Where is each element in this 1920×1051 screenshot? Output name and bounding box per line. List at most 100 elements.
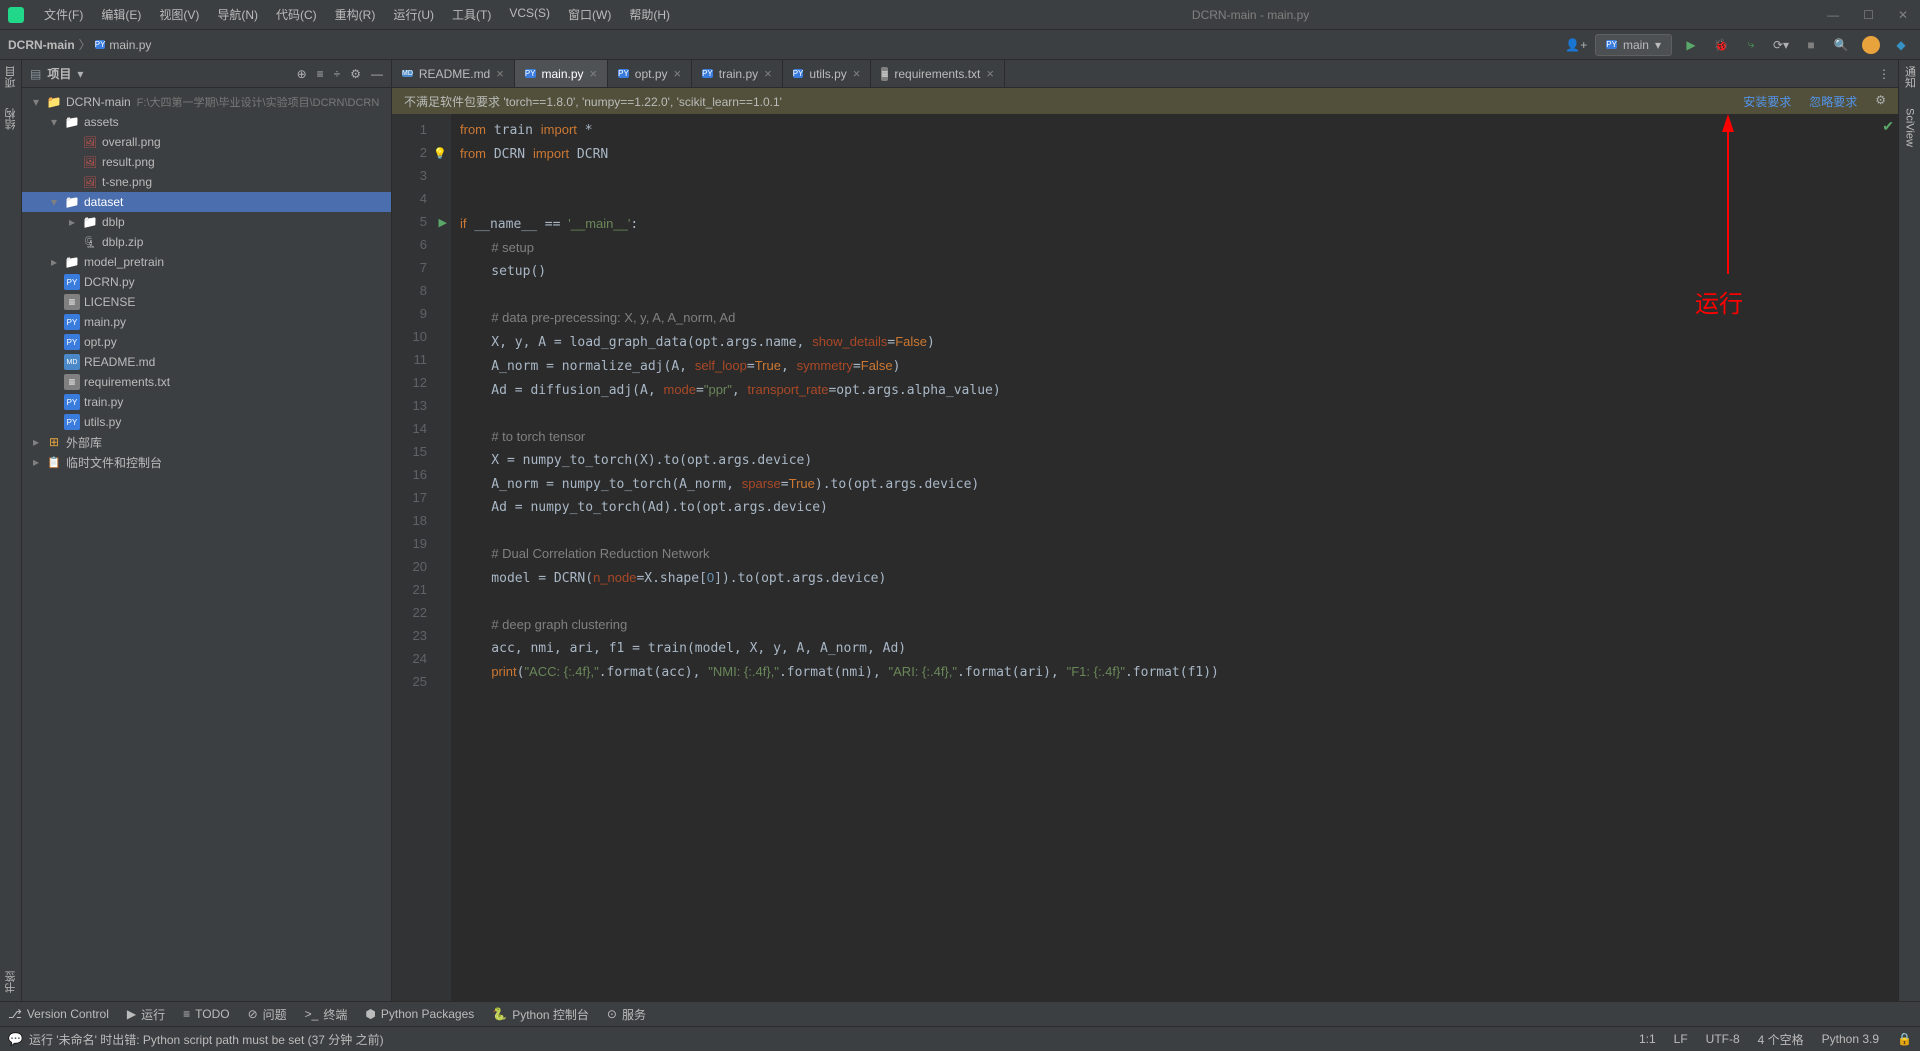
tree-item[interactable]: result.png — [22, 152, 391, 172]
minimize-button[interactable]: — — [1823, 4, 1843, 26]
tool-notifications[interactable]: 通知 — [1902, 66, 1918, 88]
tree-arrow-icon[interactable]: ▸ — [66, 215, 78, 229]
line-number[interactable]: 11 — [392, 348, 451, 371]
line-number[interactable]: 20 — [392, 555, 451, 578]
menu-item[interactable]: 视图(V) — [151, 2, 207, 27]
stop-button[interactable]: ■ — [1800, 34, 1822, 56]
editor-tab[interactable]: main.py× — [515, 60, 608, 87]
select-opened-file-icon[interactable]: ⊕ — [297, 67, 307, 81]
expand-all-icon[interactable]: ≡ — [317, 67, 324, 81]
updates-icon[interactable] — [1860, 34, 1882, 56]
line-number[interactable]: 16 — [392, 463, 451, 486]
menu-item[interactable]: 文件(F) — [36, 2, 91, 27]
chevron-down-icon[interactable]: ▾ — [77, 67, 83, 81]
tree-item[interactable]: dblp.zip — [22, 232, 391, 252]
install-requirements-link[interactable]: 安装要求 — [1743, 93, 1791, 110]
project-tree[interactable]: ▾DCRN-mainF:\大四第一学期\毕业设计\实验项目\DCRN\DCRN▾… — [22, 88, 391, 1001]
tree-item[interactable]: overall.png — [22, 132, 391, 152]
tree-item[interactable]: utils.py — [22, 412, 391, 432]
hide-icon[interactable]: — — [371, 67, 383, 81]
inspection-ok-icon[interactable]: ✔ — [1882, 118, 1894, 135]
editor-tab[interactable]: README.md× — [392, 60, 515, 87]
line-number[interactable]: 19 — [392, 532, 451, 555]
line-number[interactable]: 15 — [392, 440, 451, 463]
code-editor[interactable]: from train import * from DCRN import DCR… — [452, 114, 1898, 1001]
close-button[interactable]: ✕ — [1894, 4, 1912, 26]
line-number[interactable]: 23 — [392, 624, 451, 647]
tree-item[interactable]: main.py — [22, 312, 391, 332]
close-tab-icon[interactable]: × — [853, 66, 861, 81]
tree-arrow-icon[interactable]: ▾ — [48, 115, 60, 129]
debug-button[interactable]: 🐞 — [1710, 34, 1732, 56]
line-number[interactable]: 6 — [392, 233, 451, 256]
line-number[interactable]: 1 — [392, 118, 451, 141]
line-number[interactable]: 18 — [392, 509, 451, 532]
tree-item[interactable]: ▸model_pretrain — [22, 252, 391, 272]
menu-item[interactable]: 编辑(E) — [93, 2, 149, 27]
tree-item[interactable]: train.py — [22, 392, 391, 412]
close-tab-icon[interactable]: × — [590, 66, 598, 81]
tree-item[interactable]: README.md — [22, 352, 391, 372]
add-user-icon[interactable]: 👤+ — [1565, 34, 1587, 56]
tree-arrow-icon[interactable]: ▸ — [30, 455, 42, 469]
ignore-requirements-link[interactable]: 忽略要求 — [1809, 93, 1857, 110]
close-tab-icon[interactable]: × — [986, 66, 994, 81]
tree-item[interactable]: requirements.txt — [22, 372, 391, 392]
line-number[interactable]: 25 — [392, 670, 451, 693]
menu-item[interactable]: 帮助(H) — [621, 2, 678, 27]
line-number[interactable]: 14 — [392, 417, 451, 440]
tree-item[interactable]: ▸临时文件和控制台 — [22, 452, 391, 472]
tree-arrow-icon[interactable]: ▾ — [30, 95, 42, 109]
bottom-tool-TODO[interactable]: ≡TODO — [183, 1007, 229, 1021]
editor-gutter[interactable]: 12💡345▶678910111213141516171819202122232… — [392, 114, 452, 1001]
bottom-tool-问题[interactable]: ⊘问题 — [248, 1006, 287, 1023]
line-number[interactable]: 17 — [392, 486, 451, 509]
tool-structure[interactable]: 结构 — [3, 108, 19, 130]
line-number[interactable]: 3 — [392, 164, 451, 187]
breadcrumb-root[interactable]: DCRN-main — [8, 38, 75, 52]
tool-sciview[interactable]: SciView — [1904, 108, 1916, 147]
tree-item[interactable]: opt.py — [22, 332, 391, 352]
python-interpreter[interactable]: Python 3.9 — [1822, 1032, 1879, 1046]
editor-tab[interactable]: train.py× — [692, 60, 783, 87]
line-number[interactable]: 24 — [392, 647, 451, 670]
bottom-tool-终端[interactable]: >_终端 — [305, 1006, 348, 1023]
breadcrumb-file[interactable]: main.py — [109, 38, 151, 52]
bottom-tool-Python Packages[interactable]: ⬢Python Packages — [365, 1007, 474, 1021]
file-encoding[interactable]: UTF-8 — [1706, 1032, 1740, 1046]
menu-item[interactable]: VCS(S) — [501, 2, 558, 27]
breadcrumb[interactable]: DCRN-main 〉 main.py — [8, 36, 151, 53]
indent-setting[interactable]: 4 个空格 — [1758, 1031, 1804, 1048]
tree-item[interactable]: ▾dataset — [22, 192, 391, 212]
close-tab-icon[interactable]: × — [764, 66, 772, 81]
menu-item[interactable]: 代码(C) — [268, 2, 325, 27]
search-everywhere-button[interactable]: 🔍 — [1830, 34, 1852, 56]
bottom-tool-服务[interactable]: ⊙服务 — [607, 1006, 646, 1023]
editor-tab[interactable]: opt.py× — [608, 60, 692, 87]
tree-item[interactable]: ▾assets — [22, 112, 391, 132]
line-number[interactable]: 8 — [392, 279, 451, 302]
tree-item[interactable]: DCRN.py — [22, 272, 391, 292]
line-number[interactable]: 4 — [392, 187, 451, 210]
close-tab-icon[interactable]: × — [496, 66, 504, 81]
line-separator[interactable]: LF — [1674, 1032, 1688, 1046]
line-number[interactable]: 9 — [392, 302, 451, 325]
readonly-lock-icon[interactable]: 🔒 — [1897, 1032, 1912, 1046]
line-number[interactable]: 13 — [392, 394, 451, 417]
run-configuration-selector[interactable]: main ▾ — [1595, 34, 1672, 56]
settings-icon[interactable]: ⚙ — [350, 67, 361, 81]
tree-item[interactable]: LICENSE — [22, 292, 391, 312]
line-number[interactable]: 12 — [392, 371, 451, 394]
code-with-me-icon[interactable]: ◆ — [1890, 34, 1912, 56]
menu-item[interactable]: 导航(N) — [209, 2, 266, 27]
menu-item[interactable]: 窗口(W) — [560, 2, 619, 27]
editor-tab[interactable]: requirements.txt× — [871, 60, 1005, 87]
tool-bookmarks[interactable]: 书签 — [3, 971, 19, 993]
intention-bulb-icon[interactable]: 💡 — [433, 143, 447, 166]
bottom-tool-Version Control[interactable]: ⎇Version Control — [8, 1007, 109, 1021]
tree-arrow-icon[interactable]: ▸ — [48, 255, 60, 269]
tabs-more-icon[interactable]: ⋮ — [1870, 60, 1898, 87]
tree-item[interactable]: t-sne.png — [22, 172, 391, 192]
line-number[interactable]: 5▶ — [392, 210, 451, 233]
tree-item[interactable]: ▸dblp — [22, 212, 391, 232]
